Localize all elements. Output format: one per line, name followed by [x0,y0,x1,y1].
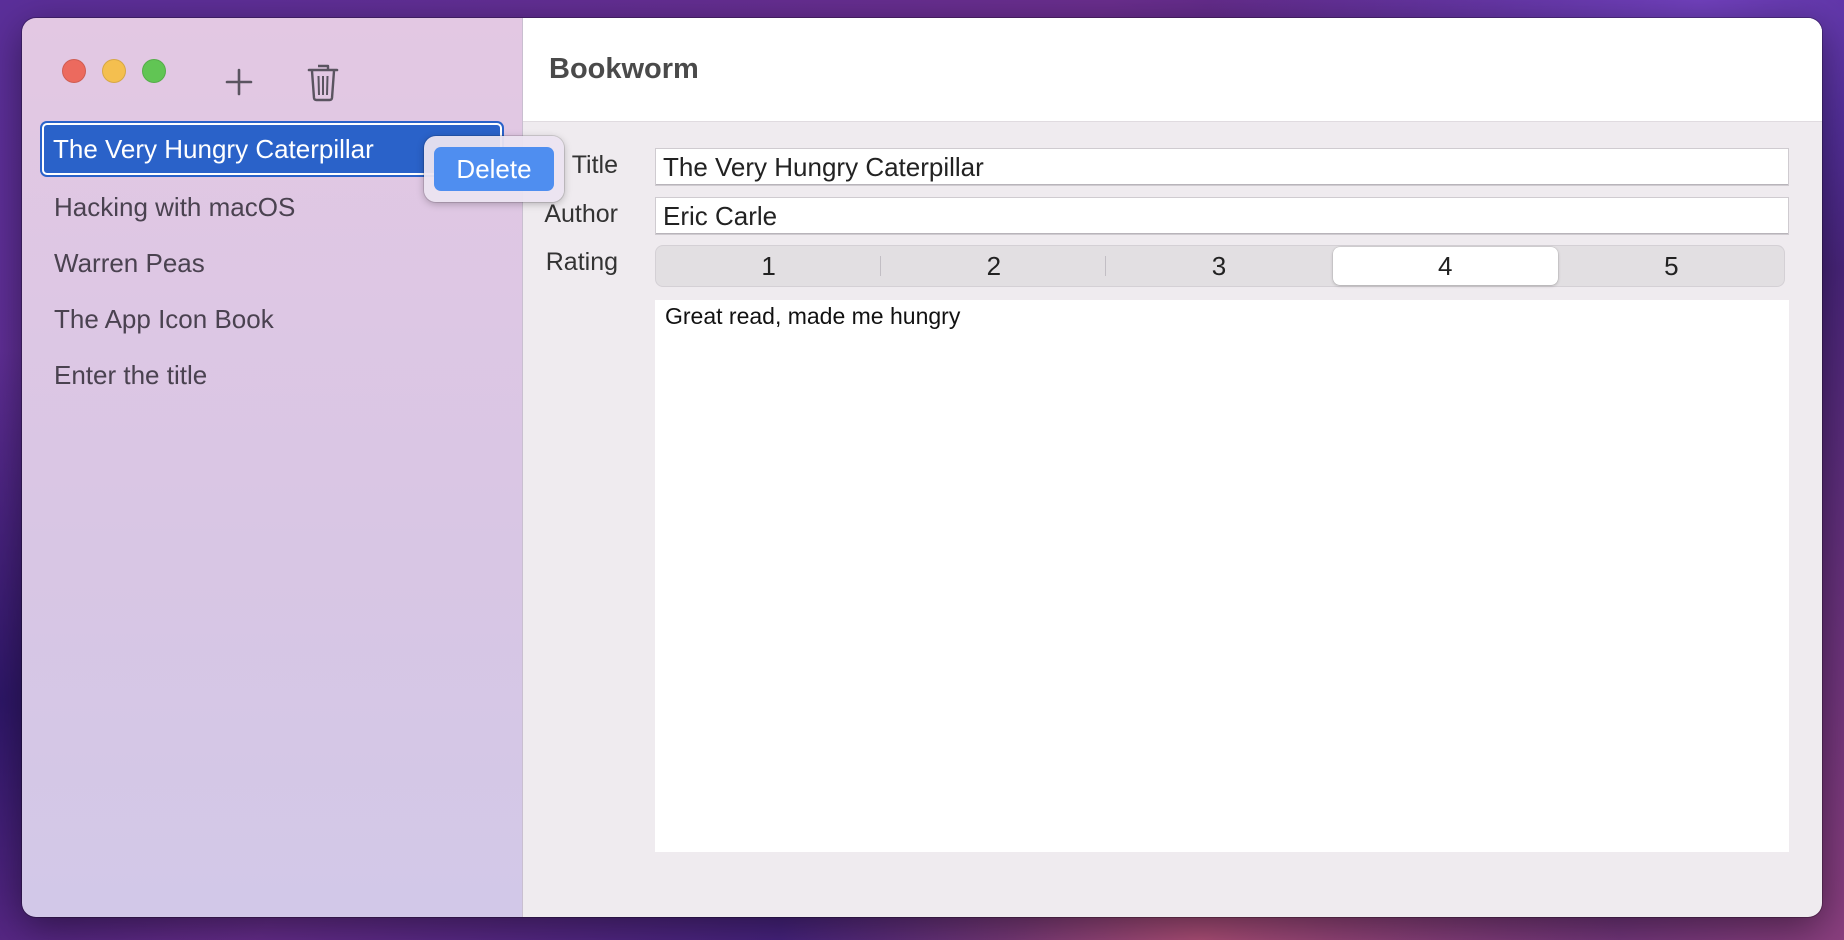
detail-pane: Bookworm Title The Very Hungry Caterpill… [523,18,1822,917]
rating-option-5[interactable]: 5 [1559,246,1784,286]
zoom-window-button[interactable] [142,59,166,83]
delete-popover: Delete [424,136,564,202]
title-field[interactable]: The Very Hungry Caterpillar [655,148,1789,186]
close-window-button[interactable] [62,59,86,83]
list-item-label: Warren Peas [54,247,205,278]
delete-book-button[interactable] [304,62,342,102]
rating-picker[interactable]: 1 2 3 4 5 [655,245,1785,287]
book-form: Title The Very Hungry Caterpillar Author… [523,122,1822,917]
author-label: Author [544,200,618,228]
author-field[interactable]: Eric Carle [655,197,1789,235]
add-book-button[interactable] [220,62,258,102]
trash-icon [307,64,339,102]
rating-option-1[interactable]: 1 [656,246,882,286]
list-item-label: The App Icon Book [54,303,274,334]
rating-option-4[interactable]: 4 [1332,247,1558,285]
rating-option-3[interactable]: 3 [1106,246,1331,286]
app-window: The Very Hungry Caterpillar Hacking with… [22,18,1822,917]
list-item[interactable]: Enter the title [42,347,502,403]
rating-option-2[interactable]: 2 [881,246,1107,286]
list-item[interactable]: The App Icon Book [42,291,502,347]
window-title: Bookworm [549,53,699,85]
rating-label: Rating [545,248,618,276]
delete-button[interactable]: Delete [434,147,554,191]
list-item-label: The Very Hungry Caterpillar [53,133,374,164]
review-text-editor[interactable]: Great read, made me hungry [655,300,1789,852]
list-item[interactable]: Warren Peas [42,235,502,291]
window-controls [62,59,166,83]
desktop-background: The Very Hungry Caterpillar Hacking with… [0,0,1844,940]
plus-icon [225,68,253,96]
list-item-label: Enter the title [54,359,208,390]
list-item-label: Hacking with macOS [54,191,296,222]
title-label: Title [571,151,618,179]
toolbar: Bookworm [523,18,1822,122]
minimize-window-button[interactable] [102,59,126,83]
